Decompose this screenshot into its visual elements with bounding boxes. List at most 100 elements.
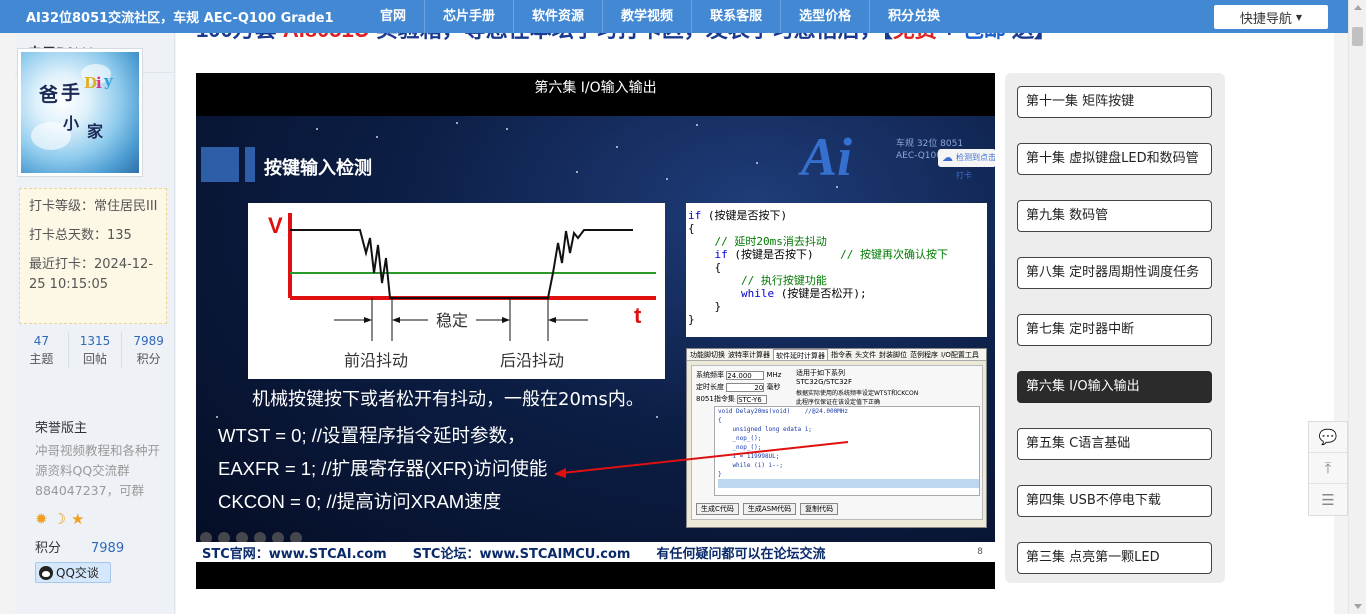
- isp-tab[interactable]: 功能脚切换: [690, 349, 725, 360]
- page-scrollbar[interactable]: [1348, 0, 1366, 614]
- isp-code-line: unsigned long edata i;: [718, 426, 812, 433]
- cloud-checkin-button[interactable]: 检测到点击打卡: [938, 149, 995, 180]
- pseudocode-line: if (按键是否按下): [688, 209, 987, 222]
- isp-tab[interactable]: 指令表: [831, 349, 852, 360]
- nav-item-official[interactable]: 官网: [362, 0, 424, 33]
- stat-threads[interactable]: 47 主题: [15, 332, 68, 368]
- video-frame[interactable]: 按键输入检测 Ai 车规 32位 8051 AEC-Q100 检测到点击打卡: [196, 116, 995, 562]
- playlist-episode[interactable]: 第十集 虚拟键盘LED和数码管: [1017, 143, 1212, 175]
- qq-chat-label: QQ交谈: [56, 566, 99, 580]
- playlist-episode[interactable]: 第六集 I/O输入输出: [1017, 371, 1212, 403]
- signal-trace: [290, 229, 633, 299]
- back-to-top-icon[interactable]: ⤒: [1309, 453, 1347, 484]
- isp-delay-unit: 毫秒: [766, 383, 781, 391]
- scroll-up-icon[interactable]: [1354, 5, 1362, 10]
- nav-item-videos[interactable]: 教学视频: [602, 0, 691, 33]
- isp-delay-input[interactable]: 20: [726, 382, 765, 392]
- playlist-episode[interactable]: 第十一集 矩阵按键: [1017, 86, 1212, 118]
- isp-code-line: void Delay20ms(void) //@24.000MHz: [718, 408, 849, 415]
- nav-item-pricing[interactable]: 选型价格: [780, 0, 869, 33]
- code-text: (按键是否松开);: [774, 287, 867, 300]
- checkin-last: 最近打卡：2024-12-25 10:15:05: [29, 257, 154, 292]
- isp-sys-freq: 系统频率 24.000 MHz: [696, 370, 781, 380]
- checkin-info: 打卡等级：常住居民III 打卡总天数：135 最近打卡：2024-12-25 1…: [19, 188, 167, 324]
- generate-c-button[interactable]: 生成C代码: [696, 503, 739, 515]
- pseudocode-box: if (按键是否按下){ // 延时20ms消去抖动 if (按键是否按下) /…: [686, 203, 987, 337]
- isp-notes: 根据实际使用的系统频率设定WTST和CKCON 此程序仅保证在该设定值下正确: [796, 388, 918, 406]
- scroll-down-icon[interactable]: [1354, 604, 1362, 609]
- playlist-episode[interactable]: 第七集 定时器中断: [1017, 314, 1212, 346]
- nav-item-software[interactable]: 软件资源: [513, 0, 602, 33]
- video-player[interactable]: 第六集 I/O输入输出 按键输入检测 Ai 车规 32位 8051 AEC-Q1…: [196, 73, 995, 589]
- isp-tool-window: 功能脚切换 波特率计算器 软件延时计算器 指令表 头文件 封装脚位 范例程序 I/O配置工具 …: [686, 348, 987, 528]
- isp-sys-freq-unit: MHz: [766, 371, 782, 379]
- stat-points-value: 7989: [133, 334, 164, 348]
- isp-delay-panel: 系统频率 24.000 MHz 定时长度 20 毫秒 8051指令集 STC-Y…: [691, 365, 983, 520]
- code-text: {: [688, 222, 695, 235]
- slide-caption: 机械按键按下或者松开有抖动，一般在20ms内。: [252, 389, 644, 410]
- waveform-rear-label: 后沿抖动: [500, 351, 564, 370]
- isp-tabs: 功能脚切换 波特率计算器 软件延时计算器 指令表 头文件 封装脚位 范例程序 I/O配置工具: [687, 349, 986, 361]
- playlist-episode[interactable]: 第九集 数码管: [1017, 200, 1212, 232]
- comment-icon[interactable]: 💬: [1309, 422, 1347, 453]
- debounce-waveform: V t 稳定 前沿抖动 后沿抖动: [248, 203, 665, 379]
- playlist-episode[interactable]: 第五集 C语言基础: [1017, 428, 1212, 460]
- isp-tab[interactable]: I/O配置工具: [941, 349, 979, 360]
- user-stats: 47 主题 1315 回帖 7989 积分: [15, 332, 175, 368]
- isp-tab[interactable]: 范例程序: [910, 349, 938, 360]
- code-keyword: if: [688, 209, 702, 222]
- nav-item-points[interactable]: 积分兑换: [869, 0, 958, 33]
- code-text: (按键是否按下): [701, 209, 788, 222]
- slide-page-number: 8: [977, 547, 983, 557]
- playlist-episode[interactable]: 第三集 点亮第一颗LED: [1017, 542, 1212, 574]
- copy-code-button[interactable]: 复制代码: [800, 503, 839, 515]
- stat-threads-label: 主题: [29, 352, 54, 366]
- playlist-episode[interactable]: 第四集 USB不停电下载: [1017, 485, 1212, 517]
- pseudocode-line: {: [688, 222, 987, 235]
- isp-sys-freq-input[interactable]: 24.000: [726, 370, 765, 380]
- nav-item-support[interactable]: 联系客服: [691, 0, 780, 33]
- checkin-total-days: 打卡总天数：135: [29, 228, 132, 243]
- isp-note2: 此程序仅保证在该设定值下正确: [796, 399, 881, 406]
- qq-icon: [39, 565, 53, 580]
- qq-chat-button[interactable]: QQ交谈: [35, 562, 111, 583]
- quick-nav-label: 快捷导航: [1239, 11, 1292, 27]
- playlist-episode[interactable]: 第八集 定时器周期性调度任务: [1017, 257, 1212, 289]
- chevron-down-icon: ▼: [1295, 12, 1303, 22]
- user-rank[interactable]: 荣誉版主: [35, 417, 87, 436]
- code-comment: // 执行按键功能: [740, 274, 827, 287]
- pseudocode-line: {: [688, 261, 987, 274]
- nav-item-chip-manual[interactable]: 芯片手册: [424, 0, 513, 33]
- heading-accent: [245, 147, 255, 182]
- isp-tab[interactable]: 头文件: [855, 349, 876, 360]
- sun-icon: ✹: [35, 510, 48, 528]
- avatar-char: i: [96, 74, 102, 92]
- avatar[interactable]: 爸 手 D i y 小 家: [17, 48, 143, 177]
- quick-nav-dropdown[interactable]: 快捷导航 ▼: [1214, 5, 1328, 29]
- slide-code-line: WTST = 0; //设置程序指令延时参数，: [218, 425, 526, 446]
- isp-code-line: while (i) i--;: [718, 462, 784, 469]
- code-text: }: [688, 300, 722, 313]
- avatar-char: y: [104, 72, 113, 90]
- points-value: 7989: [91, 541, 125, 556]
- isp-tab[interactable]: 封装脚位: [879, 349, 907, 360]
- list-icon[interactable]: ☰: [1309, 484, 1347, 515]
- isp-cpu-select[interactable]: STC-Y6: [737, 394, 768, 404]
- main-nav: 官网 芯片手册 软件资源 教学视频 联系客服 选型价格 积分兑换: [362, 0, 958, 33]
- user-signature: 冲哥视频教程和各种开源资料QQ交流群884047237，可群: [35, 443, 161, 498]
- site-title[interactable]: AI32位8051交流社区，车规 AEC-Q100 Grade1: [0, 7, 362, 26]
- pseudocode-line: if (按键是否按下) // 按键再次确认按下: [688, 248, 987, 261]
- stat-replies[interactable]: 1315 回帖: [67, 332, 122, 368]
- stat-points[interactable]: 7989 积分: [121, 332, 175, 368]
- code-comment: // 延时20ms消去抖动: [714, 235, 827, 248]
- scroll-thumb[interactable]: [1352, 27, 1363, 46]
- isp-code-output[interactable]: void Delay20ms(void) //@24.000MHz { unsig…: [714, 406, 980, 496]
- isp-code-line: i = 119998UL;: [718, 453, 780, 460]
- generate-asm-button[interactable]: 生成ASM代码: [742, 503, 797, 515]
- code-text: {: [688, 261, 722, 274]
- ai-logo: Ai: [801, 127, 853, 187]
- isp-tab[interactable]: 软件延时计算器: [773, 349, 828, 360]
- isp-tab[interactable]: 波特率计算器: [728, 349, 770, 360]
- isp-code-cursor-line: [718, 479, 979, 488]
